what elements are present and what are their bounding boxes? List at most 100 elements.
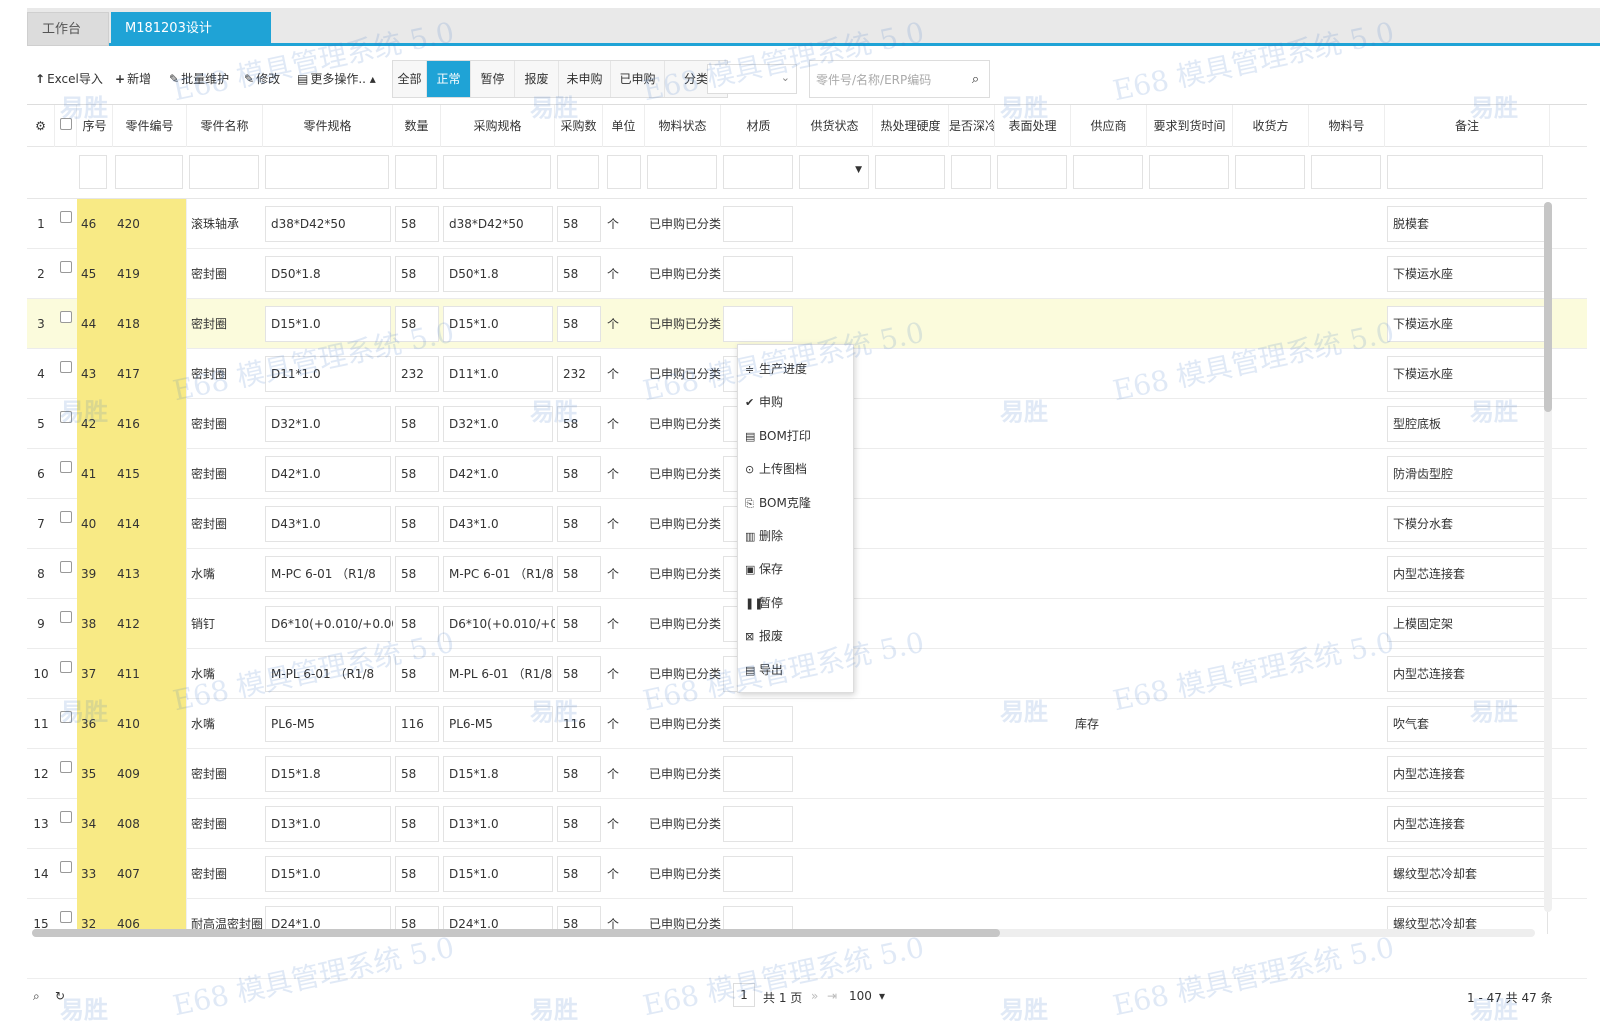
part-spec-cell[interactable]: M-PL 6-01 （R1/8 <box>263 649 393 699</box>
refresh-icon[interactable]: ↻ <box>55 989 65 1003</box>
menu-item-export[interactable]: ▤ 导出 <box>738 654 855 687</box>
remark-cell[interactable]: 脱模套 <box>1385 199 1550 249</box>
col-purchase-qty[interactable]: 采购数 <box>555 105 603 147</box>
table-row[interactable]: 3 44 418 密封圈 D15*1.0 58 D15*1.0 58 个已申购已分类 下模运水座 <box>27 299 1587 349</box>
remark-cell[interactable]: 内型芯连接套 <box>1385 749 1550 799</box>
row-checkbox[interactable] <box>60 861 72 873</box>
qty-cell[interactable]: 232 <box>393 349 441 399</box>
col-surface[interactable]: 表面处理 <box>995 105 1071 147</box>
col-material-no[interactable]: 物料号 <box>1309 105 1385 147</box>
qty-cell[interactable]: 58 <box>393 249 441 299</box>
select-all-checkbox[interactable] <box>60 118 72 130</box>
part-spec-cell[interactable]: D11*1.0 <box>263 349 393 399</box>
part-spec-cell[interactable]: D15*1.0 <box>263 849 393 899</box>
horizontal-scroll-thumb[interactable] <box>32 929 1000 937</box>
qty-cell[interactable]: 58 <box>393 649 441 699</box>
status-scrapped-button[interactable]: 报废 <box>515 61 559 97</box>
table-row[interactable]: 2 45 419 密封圈 D50*1.8 58 D50*1.8 58 个已申购已分类 下模运水座 <box>27 249 1587 299</box>
purchase-qty-cell[interactable]: 58 <box>555 649 603 699</box>
row-checkbox[interactable] <box>60 811 72 823</box>
purchase-spec-cell[interactable]: D32*1.0 <box>441 399 555 449</box>
row-checkbox[interactable] <box>60 261 72 273</box>
material-input[interactable] <box>723 806 793 842</box>
purchase-spec-cell[interactable]: M-PC 6-01 （R1/8 <box>441 549 555 599</box>
material-input[interactable] <box>723 756 793 792</box>
col-part-spec[interactable]: 零件规格 <box>263 105 393 147</box>
qty-cell[interactable]: 116 <box>393 699 441 749</box>
remark-cell[interactable]: 防滑齿型腔 <box>1385 449 1550 499</box>
part-spec-cell[interactable]: D15*1.0 <box>263 299 393 349</box>
part-spec-cell[interactable]: D50*1.8 <box>263 249 393 299</box>
row-checkbox[interactable] <box>60 311 72 323</box>
batch-edit-button[interactable]: ✎ 批量维护 <box>169 64 230 94</box>
purchase-qty-cell[interactable]: 58 <box>555 199 603 249</box>
row-checkbox[interactable] <box>60 411 72 423</box>
filter-material-no[interactable] <box>1311 155 1381 189</box>
menu-item-delete[interactable]: ▥ 删除 <box>738 520 855 553</box>
menu-item-pause[interactable]: ❚❚暂停 <box>738 587 855 620</box>
col-part-code[interactable]: 零件编号 <box>113 105 187 147</box>
qty-cell[interactable]: 58 <box>393 549 441 599</box>
menu-item-upload-drawing[interactable]: ⊙ 上传图档 <box>738 453 855 486</box>
filter-part-code[interactable] <box>115 155 183 189</box>
part-spec-cell[interactable]: D15*1.8 <box>263 749 393 799</box>
remark-cell[interactable]: 上模固定架 <box>1385 599 1550 649</box>
purchase-spec-cell[interactable]: D11*1.0 <box>441 349 555 399</box>
row-checkbox[interactable] <box>60 561 72 573</box>
filter-material-status[interactable] <box>647 155 717 189</box>
remark-cell[interactable]: 吹气套 <box>1385 699 1550 749</box>
row-checkbox[interactable] <box>60 361 72 373</box>
purchase-qty-cell[interactable]: 58 <box>555 549 603 599</box>
qty-cell[interactable]: 58 <box>393 749 441 799</box>
remark-cell[interactable]: 下模运水座 <box>1385 249 1550 299</box>
purchase-spec-cell[interactable]: d38*D42*50 <box>441 199 555 249</box>
purchase-qty-cell[interactable]: 58 <box>555 399 603 449</box>
filter-purchase-qty[interactable] <box>557 155 599 189</box>
qty-cell[interactable]: 58 <box>393 449 441 499</box>
purchase-spec-cell[interactable]: D42*1.0 <box>441 449 555 499</box>
purchase-qty-cell[interactable]: 58 <box>555 249 603 299</box>
qty-cell[interactable]: 58 <box>393 199 441 249</box>
menu-item-bom-print[interactable]: ▤ BOM打印 <box>738 420 855 453</box>
filter-supplier[interactable] <box>1073 155 1143 189</box>
purchase-qty-cell[interactable]: 58 <box>555 799 603 849</box>
row-checkbox[interactable] <box>60 611 72 623</box>
horizontal-scrollbar[interactable] <box>32 929 1535 937</box>
table-row[interactable]: 1 46 420 滚珠轴承 d38*D42*50 58 d38*D42*50 58 个已申购已分… <box>27 199 1587 249</box>
remark-cell[interactable]: 内型芯连接套 <box>1385 799 1550 849</box>
row-checkbox[interactable] <box>60 711 72 723</box>
next-page-icon[interactable]: » <box>811 989 818 1003</box>
col-cryogenic[interactable]: 是否深冷 <box>949 105 995 147</box>
filter-required-date[interactable] <box>1149 155 1229 189</box>
filter-remark[interactable] <box>1387 155 1543 189</box>
material-input[interactable] <box>723 706 793 742</box>
table-row[interactable]: 11 36 410 水嘴 PL6-M5 116 PL6-M5 116 个已申购已分类 库存 吹气套 <box>27 699 1587 749</box>
qty-cell[interactable]: 58 <box>393 299 441 349</box>
col-receiver[interactable]: 收货方 <box>1233 105 1309 147</box>
row-checkbox[interactable] <box>60 761 72 773</box>
vertical-scroll-thumb[interactable] <box>1544 202 1552 412</box>
status-normal-button[interactable]: 正常 <box>427 61 471 97</box>
remark-cell[interactable]: 下模运水座 <box>1385 349 1550 399</box>
menu-item-progress[interactable]: ≑ 生产进度 <box>738 353 855 386</box>
row-checkbox[interactable] <box>60 211 72 223</box>
remark-cell[interactable]: 内型芯连接套 <box>1385 549 1550 599</box>
filter-part-spec[interactable] <box>265 155 389 189</box>
menu-item-save[interactable]: ▣ 保存 <box>738 553 855 586</box>
qty-cell[interactable]: 58 <box>393 399 441 449</box>
category-select[interactable]: ⌄ <box>707 64 797 94</box>
remark-cell[interactable]: 螺纹型芯冷却套 <box>1385 849 1550 899</box>
filter-surface[interactable] <box>997 155 1067 189</box>
col-part-name[interactable]: 零件名称 <box>187 105 263 147</box>
part-spec-cell[interactable]: d38*D42*50 <box>263 199 393 249</box>
search-button[interactable]: ⌕ <box>962 60 990 98</box>
tab-bom[interactable]: M181203设计BOM × <box>111 12 271 70</box>
search-icon[interactable]: ⌕ <box>33 989 40 1004</box>
qty-cell[interactable]: 58 <box>393 599 441 649</box>
part-spec-cell[interactable]: M-PC 6-01 （R1/8 <box>263 549 393 599</box>
purchase-qty-cell[interactable]: 58 <box>555 499 603 549</box>
material-input[interactable] <box>723 306 793 342</box>
part-spec-cell[interactable]: PL6-M5 <box>263 699 393 749</box>
part-spec-cell[interactable]: D32*1.0 <box>263 399 393 449</box>
purchase-spec-cell[interactable]: D50*1.8 <box>441 249 555 299</box>
